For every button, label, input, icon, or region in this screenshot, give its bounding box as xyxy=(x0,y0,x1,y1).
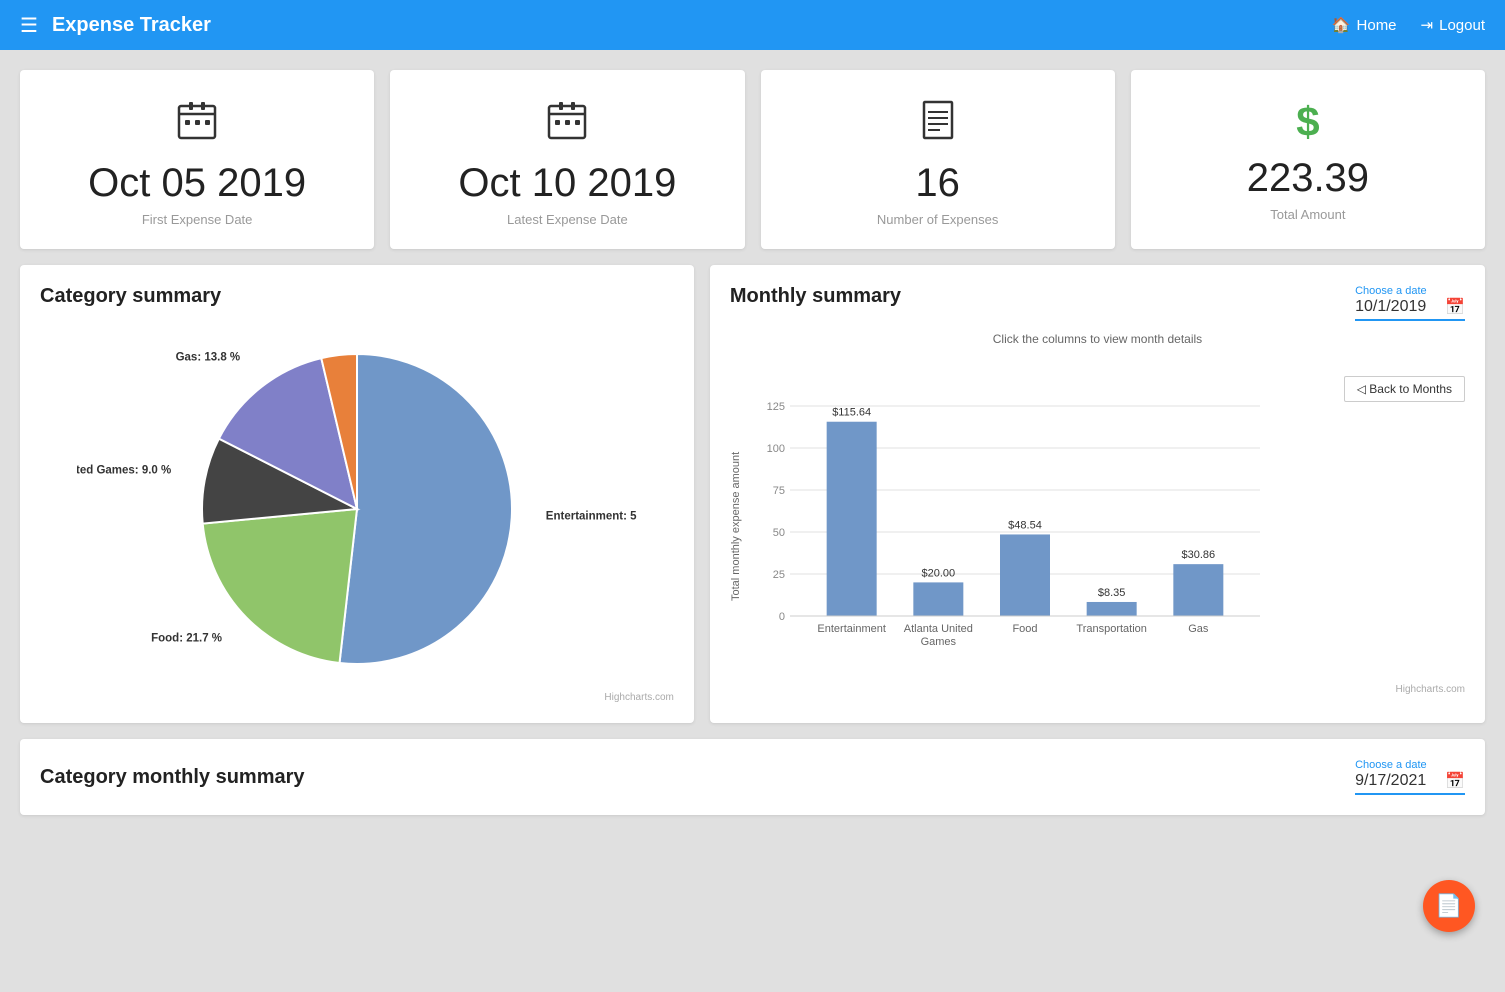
bar-value-1: $20.00 xyxy=(921,567,955,579)
navbar-left: ☰ Expense Tracker xyxy=(20,13,211,38)
bar-chart-area: ◁ Back to Months Total monthly expense a… xyxy=(730,376,1465,676)
bar-0[interactable] xyxy=(827,422,877,616)
bar-chart-svg: 0 25 50 75 100 125 $115.64 Entertainment $20.00 A… xyxy=(750,376,1280,676)
stat-card-latest-expense-date: Oct 10 2019 Latest Expense Date xyxy=(390,70,744,249)
monthly-date-label: Choose a date xyxy=(1355,285,1465,297)
pie-chart-svg: Entertainment: 51.8 % Food: 21.7 % Atlanta… xyxy=(77,324,637,684)
bar-2[interactable] xyxy=(1000,534,1050,616)
bar-chart-subtitle: Click the columns to view month details xyxy=(730,332,1465,346)
monthly-summary-card: Monthly summary Choose a date 📅 Click th… xyxy=(710,265,1485,723)
stat-icon xyxy=(545,98,589,151)
category-monthly-date-group: Choose a date 📅 xyxy=(1355,759,1465,795)
stat-icon xyxy=(916,98,960,151)
y-label: 125 xyxy=(767,401,785,413)
stat-icon xyxy=(175,98,219,151)
stat-value: Oct 05 2019 xyxy=(88,161,306,206)
back-to-months-button[interactable]: ◁ Back to Months xyxy=(1344,376,1465,402)
stat-label: First Expense Date xyxy=(142,212,253,227)
bar-xlabel-2: Food xyxy=(1012,623,1037,635)
y-label: 100 xyxy=(767,443,785,455)
pie-segment-0[interactable] xyxy=(339,354,511,664)
pie-label-0: Entertainment: 51.8 % xyxy=(546,511,637,523)
logout-link[interactable]: ⇥ Logout xyxy=(1421,16,1485,34)
category-monthly-date-row: 📅 xyxy=(1355,771,1465,795)
navbar: ☰ Expense Tracker 🏠 Home ⇥ Logout xyxy=(0,0,1505,50)
pie-credit: Highcharts.com xyxy=(40,692,674,703)
pie-label-3: Gas: 13.8 % xyxy=(176,351,241,363)
app-title: Expense Tracker xyxy=(52,14,211,37)
home-link[interactable]: 🏠 Home xyxy=(1332,16,1397,34)
bar-4[interactable] xyxy=(1173,564,1223,616)
charts-row: Category summary Entertainment: 51.8 % Fo… xyxy=(0,265,1505,739)
bar-xlabel-1: Atlanta United xyxy=(904,623,973,635)
monthly-date-group: Choose a date 📅 xyxy=(1355,285,1465,321)
menu-icon[interactable]: ☰ xyxy=(20,13,38,38)
bar-value-4: $30.86 xyxy=(1181,549,1215,561)
monthly-date-row: 📅 xyxy=(1355,297,1465,321)
monthly-calendar-icon[interactable]: 📅 xyxy=(1445,297,1465,317)
category-monthly-date-input[interactable] xyxy=(1355,772,1445,790)
stat-label: Number of Expenses xyxy=(877,212,998,227)
stat-label: Latest Expense Date xyxy=(507,212,628,227)
monthly-header: Monthly summary Choose a date 📅 xyxy=(730,285,1465,324)
monthly-summary-title: Monthly summary xyxy=(730,285,901,308)
pie-label-1: Food: 21.7 % xyxy=(151,632,222,644)
stat-card-number-of-expenses: 16 Number of Expenses xyxy=(761,70,1115,249)
bar-1[interactable] xyxy=(913,582,963,616)
y-label: 50 xyxy=(773,527,785,539)
bar-credit: Highcharts.com xyxy=(730,684,1465,695)
category-summary-title: Category summary xyxy=(40,285,674,308)
logout-label: Logout xyxy=(1439,17,1485,34)
y-label: 0 xyxy=(779,611,785,623)
fab-button[interactable]: 📄 xyxy=(1423,880,1475,932)
bar-chart-wrapper: Total monthly expense amount 0 25 50 75 100 1… xyxy=(730,376,1465,676)
home-label: Home xyxy=(1357,17,1397,34)
y-label: 75 xyxy=(773,485,785,497)
bar-xlabel-1: Games xyxy=(920,636,956,648)
navbar-right: 🏠 Home ⇥ Logout xyxy=(1332,16,1485,34)
stat-card-first-expense-date: Oct 05 2019 First Expense Date xyxy=(20,70,374,249)
stat-value: Oct 10 2019 xyxy=(458,161,676,206)
fab-icon: 📄 xyxy=(1435,893,1462,919)
receipt-icon xyxy=(916,98,960,142)
bar-xlabel-3: Transportation xyxy=(1076,623,1147,635)
pie-label-2: Atlanta United Games: 9.0 % xyxy=(77,465,171,477)
dollar-icon: $ xyxy=(1296,98,1319,145)
category-monthly-date-label: Choose a date xyxy=(1355,759,1465,771)
category-monthly-summary-card: Category monthly summary Choose a date 📅 xyxy=(20,739,1485,815)
bar-xlabel-4: Gas xyxy=(1188,623,1209,635)
stat-value: 223.39 xyxy=(1247,156,1369,201)
bar-xlabel-0: Entertainment xyxy=(817,623,885,635)
bar-value-0: $115.64 xyxy=(832,407,871,419)
home-icon: 🏠 xyxy=(1332,16,1351,34)
logout-icon: ⇥ xyxy=(1421,16,1434,34)
y-label: 25 xyxy=(773,569,785,581)
bar-value-3: $8.35 xyxy=(1098,587,1126,599)
pie-chart-container: Entertainment: 51.8 % Food: 21.7 % Atlanta… xyxy=(40,324,674,684)
calendar-icon xyxy=(175,98,219,142)
category-monthly-calendar-icon[interactable]: 📅 xyxy=(1445,771,1465,791)
bar-value-2: $48.54 xyxy=(1008,519,1042,531)
calendar-icon xyxy=(545,98,589,142)
category-summary-card: Category summary Entertainment: 51.8 % Fo… xyxy=(20,265,694,723)
stat-label: Total Amount xyxy=(1270,207,1345,222)
y-axis-label: Total monthly expense amount xyxy=(730,376,742,676)
stat-icon: $ xyxy=(1296,98,1319,146)
category-monthly-summary-title: Category monthly summary xyxy=(40,766,305,789)
stat-card-total-amount: $ 223.39 Total Amount xyxy=(1131,70,1485,249)
pie-segment-1[interactable] xyxy=(203,509,357,663)
monthly-date-input[interactable] xyxy=(1355,298,1445,316)
stats-row: Oct 05 2019 First Expense Date Oct 10 20… xyxy=(0,50,1505,265)
stat-value: 16 xyxy=(915,161,960,206)
bar-3[interactable] xyxy=(1087,602,1137,616)
